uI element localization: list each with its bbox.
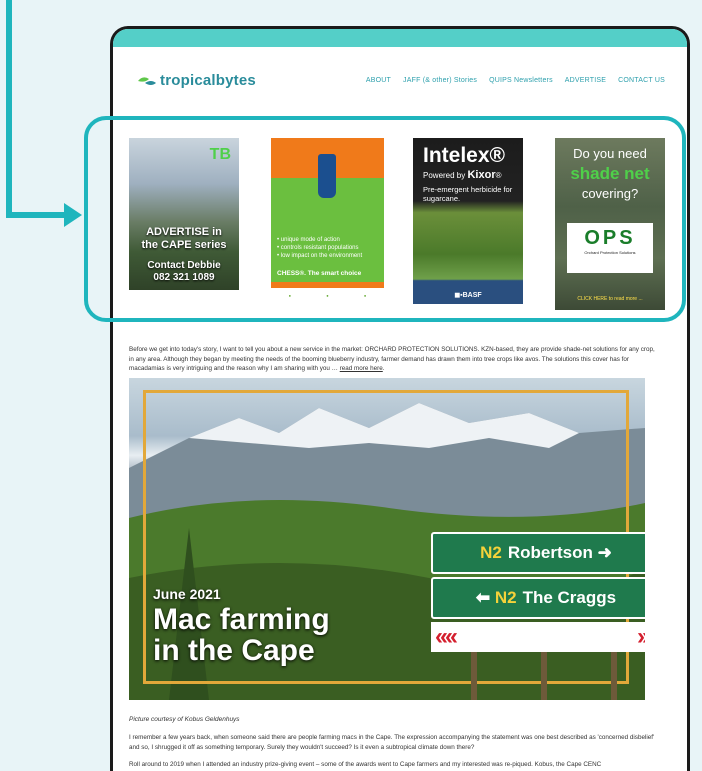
- ops-logo: OPS: [584, 227, 636, 249]
- leaf-logo-icon: [137, 75, 157, 87]
- ad3-desc: Pre-emergent herbicide for sugarcane.: [423, 185, 513, 203]
- article-paragraph-1: I remember a few years back, when someon…: [129, 734, 655, 751]
- ad-shade-net[interactable]: Do you need shade net covering? OPS Orch…: [555, 138, 665, 310]
- tb-badge: TB: [209, 146, 231, 163]
- ad1-headline: ADVERTISE in the CAPE series: [141, 226, 227, 251]
- logo-text: tropicalbytes: [160, 72, 256, 89]
- ad2-footer-logos: ● ● ●: [271, 288, 384, 302]
- ad-chess[interactable]: • unique mode of action • controls resis…: [271, 138, 384, 302]
- road-sign: N2Robertson ➜ ⬅ N2The Craggs ‹‹‹‹››››: [431, 532, 645, 700]
- ad3-powered: Powered by Kixor®: [423, 169, 502, 181]
- nav-stories[interactable]: JAFF (& other) Stories: [403, 77, 477, 84]
- read-more-link[interactable]: read more here: [340, 365, 383, 372]
- nav-about[interactable]: ABOUT: [366, 77, 391, 84]
- image-caption: Picture courtesy of Kobus Geldenhuys: [129, 716, 240, 723]
- chevron-markers: ‹‹‹‹››››: [431, 622, 645, 652]
- site-header: tropicalbytes ABOUT JAFF (& other) Stori…: [113, 47, 687, 107]
- ad1-contact: Contact Debbie 082 321 1089: [147, 260, 221, 283]
- ad4-line3: covering?: [581, 186, 639, 201]
- sign-craggs: ⬅ N2 The Craggs: [431, 577, 645, 619]
- hero-image: June 2021 Mac farming in the Cape N2 Rober…: [129, 378, 645, 700]
- nav-advertise[interactable]: ADVERTISE: [565, 77, 606, 84]
- ad3-product: Intelex®: [423, 144, 506, 167]
- ad2-bullets: • unique mode of action • controls resis…: [277, 237, 363, 259]
- nav-contact[interactable]: CONTACT US: [618, 77, 665, 84]
- main-nav: ABOUT JAFF (& other) Stories QUIPS Newsl…: [366, 77, 665, 84]
- article-paragraph-2: Roll around to 2019 when I attended an i…: [129, 761, 602, 768]
- nav-newsletters[interactable]: QUIPS Newsletters: [489, 77, 553, 84]
- connector-line-vertical: [6, 0, 12, 218]
- intro-paragraph: Before we get into today's story, I want…: [129, 346, 655, 372]
- connector-line-horizontal: [6, 212, 68, 218]
- ops-company: Orchard Protection Solutions: [584, 250, 636, 255]
- sign-posts: [431, 652, 645, 700]
- bottle-icon: [318, 154, 336, 198]
- ad-advertise-cape[interactable]: TB ADVERTISE in the CAPE series Contact D…: [129, 138, 239, 290]
- hero-title: Mac farming in the Cape: [153, 603, 330, 667]
- ad4-line1: Do you need: [573, 146, 647, 161]
- ad4-line2: shade net: [570, 164, 650, 183]
- hero-date: June 2021: [153, 586, 221, 602]
- basf-logo: ◼▪BASF: [454, 292, 482, 299]
- ad2-slogan: CHESS®. The smart choice: [277, 270, 362, 277]
- arrow-right-icon: [64, 203, 82, 227]
- sign-robertson: N2 Robertson ➜: [431, 532, 645, 574]
- site-logo[interactable]: tropicalbytes: [137, 72, 256, 89]
- frame-top-bar: [113, 29, 687, 47]
- ops-logo-card: OPS Orchard Protection Solutions: [567, 223, 653, 273]
- ad-intelex[interactable]: Intelex® Powered by Kixor® Pre-emergent …: [413, 138, 523, 304]
- ad4-cta[interactable]: CLICK HERE to read more ...: [555, 296, 665, 302]
